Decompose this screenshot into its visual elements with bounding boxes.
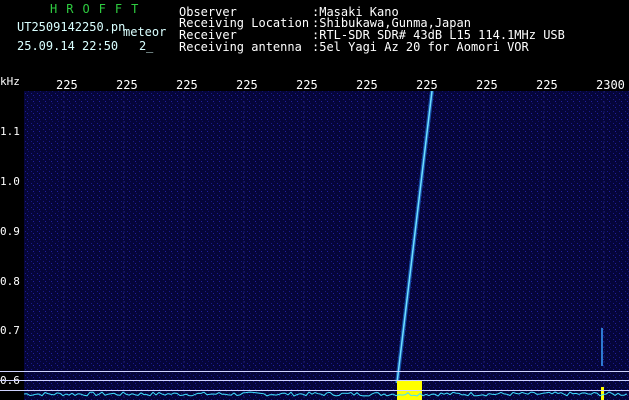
info-label-antenna: Receiving antenna [179,40,302,54]
small-peak-marker [601,387,604,400]
spectrogram-panel [24,91,629,400]
freq-tick: 0.8 [0,275,20,288]
time-tick: 225 [296,78,318,92]
freq-unit-label: kHz [0,75,20,88]
reference-line [0,380,629,381]
mode-label: meteor [123,25,167,39]
app-logo: HROFFT [50,2,148,16]
filename: UT2509142250.pn [17,20,126,34]
count-cursor: _ [146,39,154,53]
freq-tick: 0.9 [0,225,20,238]
datetime: 25.09.14 22:50 [17,39,119,53]
time-tick: 2300 [596,78,625,92]
reference-line [0,390,629,391]
freq-tick: 0.7 [0,324,20,337]
header: HROFFT UT2509142250.pn meteor 25.09.14 2… [0,0,629,72]
time-tick: 225 [236,78,258,92]
time-tick: 225 [476,78,498,92]
time-tick: 225 [116,78,138,92]
time-tick: 225 [356,78,378,92]
time-tick: 225 [176,78,198,92]
info-value-antenna: :5el Yagi Az 20 for Aomori VOR [312,40,529,54]
freq-tick: 1.0 [0,175,20,188]
reference-line [0,371,629,372]
time-tick: 225 [416,78,438,92]
time-tick: 225 [56,78,78,92]
spectrogram-plot [24,91,629,400]
time-tick: 225 [536,78,558,92]
noise-background [24,91,629,400]
freq-tick: 1.1 [0,125,20,138]
